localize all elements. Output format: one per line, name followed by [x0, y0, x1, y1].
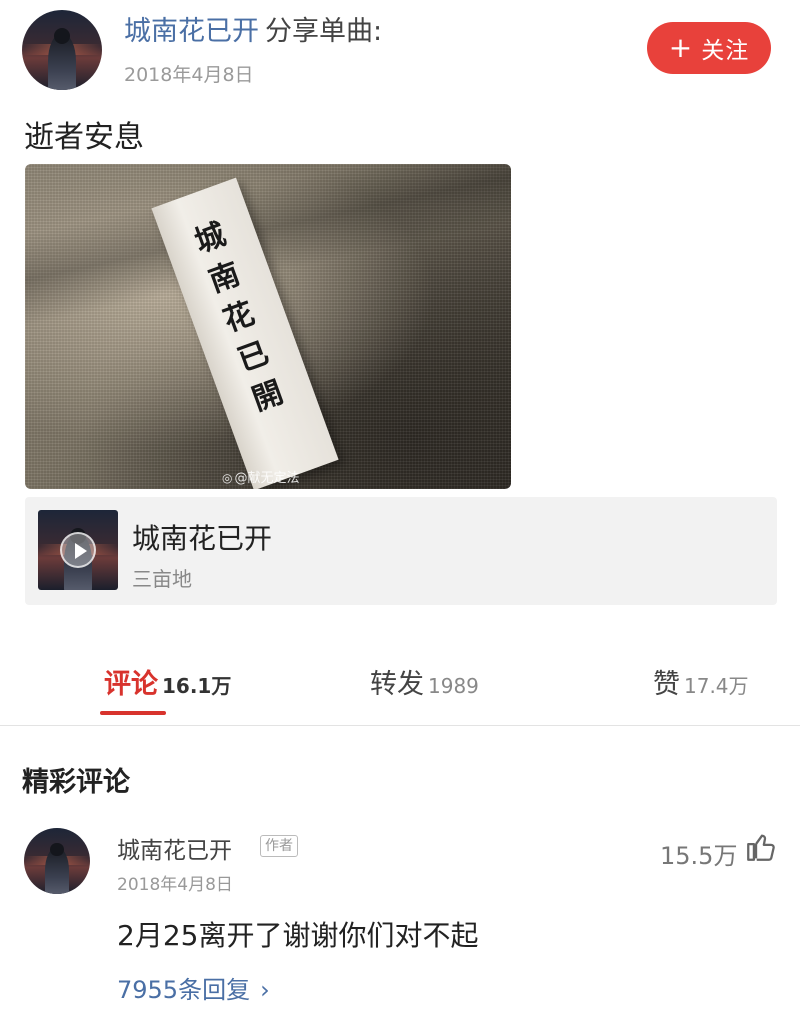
post-photo[interactable]: 城南花已開 — [25, 164, 511, 489]
comment-avatar[interactable] — [24, 828, 90, 894]
photo-watermark: ◎ @献无定法 — [222, 467, 300, 486]
replies-label: 7955条回复 — [117, 976, 251, 1004]
share-action-text: 分享单曲: — [265, 16, 383, 47]
comment-text: 2月25离开了谢谢你们对不起 — [117, 919, 479, 952]
author-name[interactable]: 城南花已开 — [124, 16, 259, 47]
watermark-text: @献无定法 — [234, 471, 300, 486]
plus-icon: + — [668, 31, 694, 64]
post-date: 2018年4月8日 — [124, 64, 254, 86]
weibo-icon: ◎ — [222, 471, 233, 485]
song-artist: 三亩地 — [132, 567, 192, 591]
post-text: 逝者安息 — [24, 120, 144, 155]
tab-divider — [0, 725, 800, 726]
section-title: 精彩评论 — [22, 767, 130, 798]
comment-like-count: 15.5万 — [660, 842, 738, 870]
play-icon[interactable] — [60, 532, 96, 568]
song-cover — [38, 510, 118, 590]
post-page: 城南花已开 分享单曲: 2018年4月8日 + 关注 逝者安息 城南花已開 ◎ @献… — [0, 0, 800, 1013]
tab-comments-label: 评论 — [104, 669, 158, 700]
follow-button[interactable]: + 关注 — [647, 22, 771, 74]
chevron-right-icon: › — [260, 976, 270, 1004]
author-avatar[interactable] — [22, 10, 102, 90]
comment-author-name[interactable]: 城南花已开 — [117, 831, 232, 865]
thumbs-up-icon[interactable] — [744, 830, 778, 864]
active-tab-indicator — [100, 711, 166, 715]
song-card[interactable]: 城南花已开 三亩地 — [25, 497, 777, 605]
tab-likes[interactable]: 赞 17.4万 — [653, 662, 749, 712]
author-line: 城南花已开 分享单曲: — [124, 14, 382, 50]
view-replies-link[interactable]: 7955条回复 › — [117, 970, 270, 1005]
song-title: 城南花已开 — [132, 522, 273, 555]
author-badge: 作者 — [260, 835, 298, 857]
tab-likes-label: 赞 — [653, 669, 680, 700]
comment-date: 2018年4月8日 — [117, 875, 233, 895]
tab-comments-count: 16.1万 — [162, 674, 232, 698]
tab-likes-count: 17.4万 — [684, 674, 749, 698]
follow-label: 关注 — [701, 38, 750, 64]
tab-reposts-count: 1989 — [428, 674, 479, 698]
tab-reposts-label: 转发 — [370, 669, 424, 700]
tab-reposts[interactable]: 转发 1989 — [370, 662, 479, 712]
tab-comments[interactable]: 评论 16.1万 — [104, 662, 231, 712]
